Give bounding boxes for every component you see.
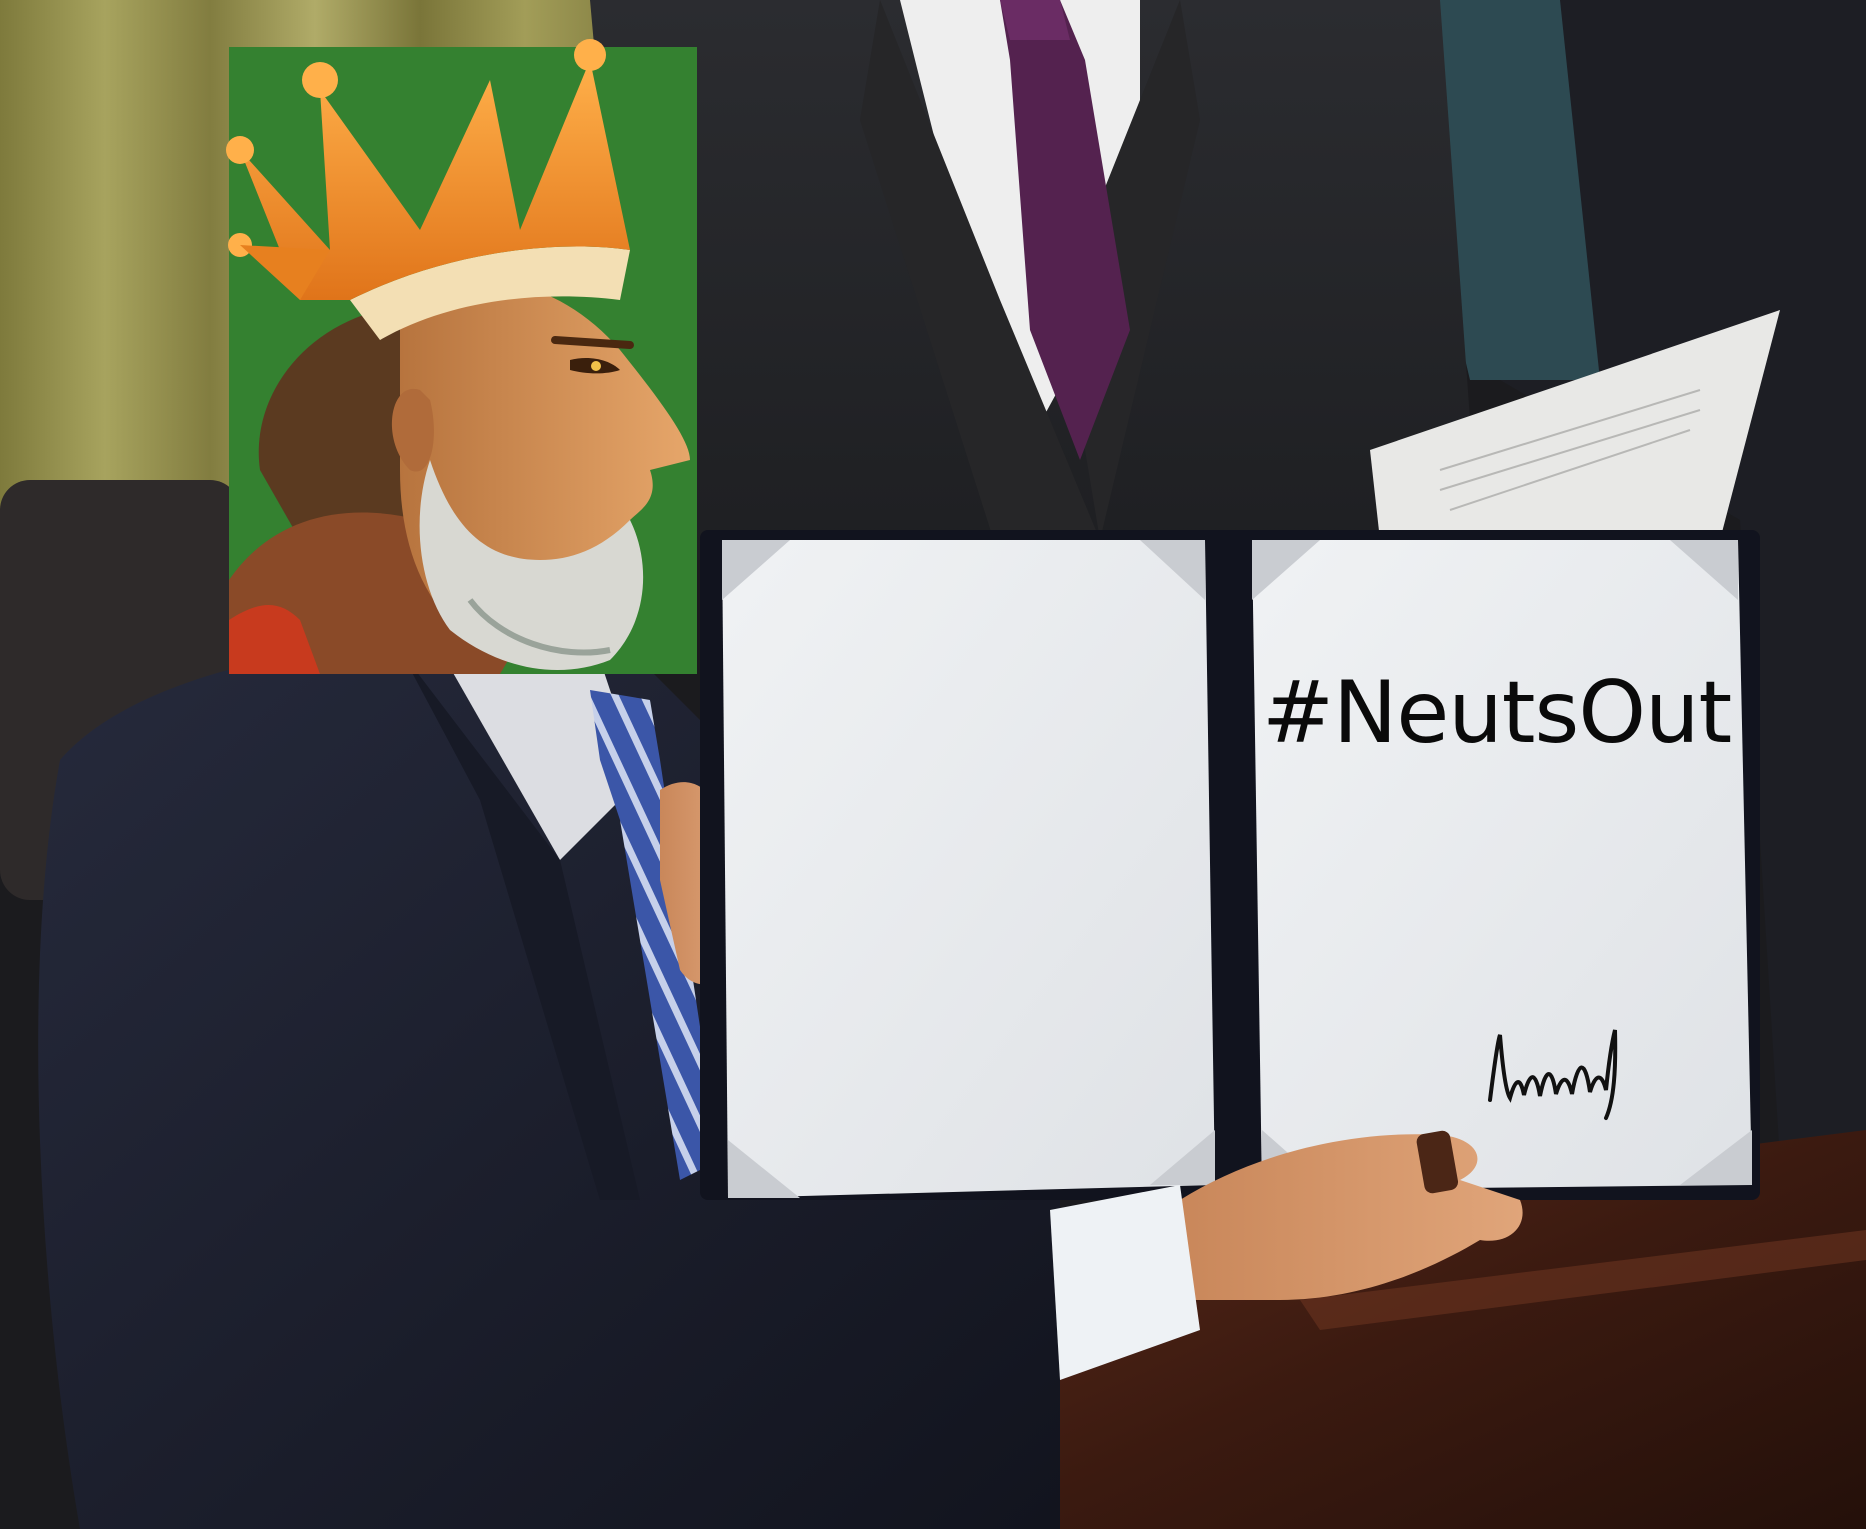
meme-scene: #NeutsOut — [0, 0, 1866, 1529]
right-page — [1252, 540, 1752, 1190]
king-portrait — [226, 39, 697, 674]
left-page — [722, 540, 1215, 1198]
meme-caption: #NeutsOut — [1262, 663, 1732, 763]
meme-image — [0, 0, 1866, 1529]
